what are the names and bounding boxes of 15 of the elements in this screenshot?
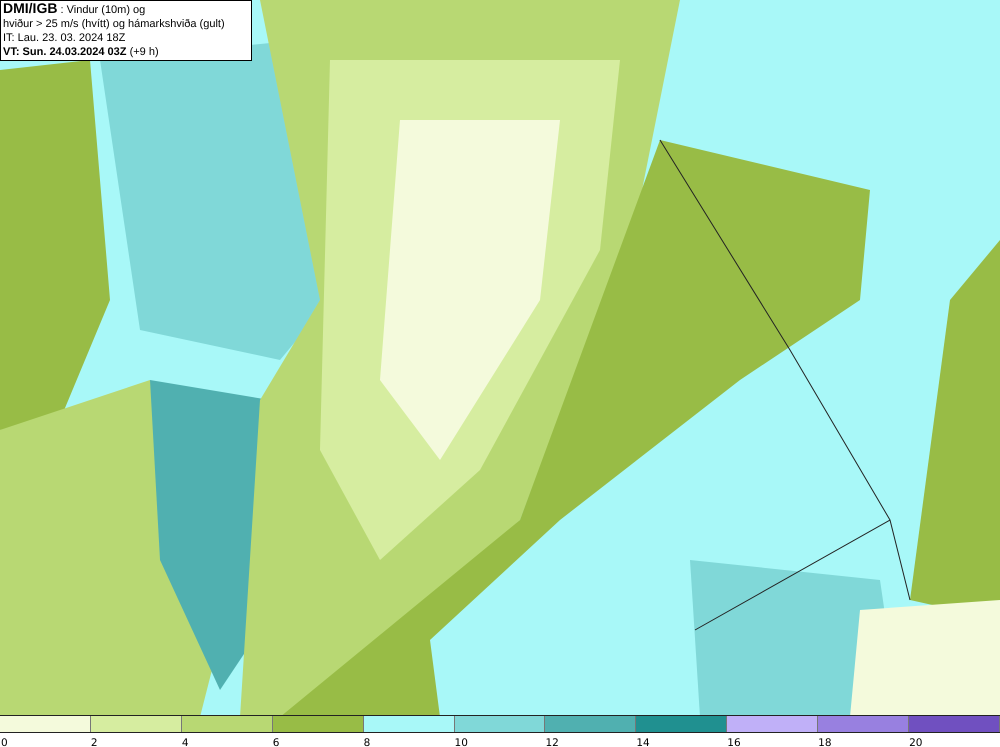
- legend-label: 16: [726, 736, 741, 747]
- title-line: DMI/IGB : Vindur (10m) og: [3, 1, 146, 17]
- legend-label: 14: [635, 736, 650, 747]
- legend-label: 0: [0, 736, 8, 747]
- legend-label: 12: [544, 736, 559, 747]
- title-line: VT: Sun. 24.03.2024 03Z (+9 h): [3, 45, 160, 59]
- legend-label: 18: [817, 736, 832, 747]
- title-line: IT: Lau. 23. 03. 2024 18Z: [3, 31, 126, 45]
- legend-label: 6: [272, 736, 280, 747]
- legend-label: 8: [362, 736, 370, 747]
- legend-label: 2: [90, 736, 98, 747]
- legend-label: 10: [454, 736, 468, 747]
- title-line: hviður > 25 m/s (hvítt) og hámarkshviða (gult): [3, 17, 226, 31]
- legend-label: 20: [908, 736, 922, 747]
- legend-label: 4: [180, 736, 188, 747]
